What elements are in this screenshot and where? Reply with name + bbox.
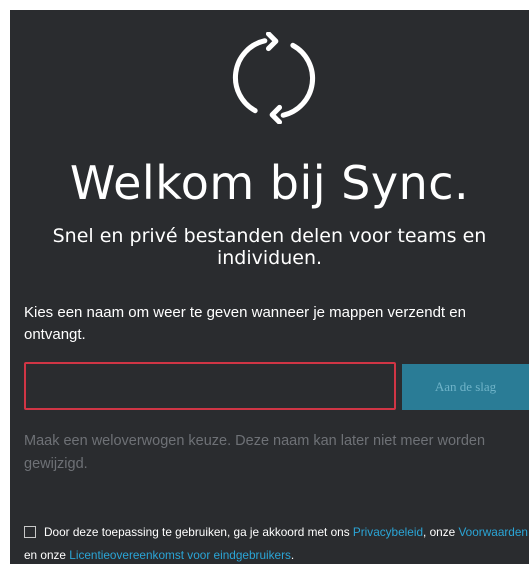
terms-agreement: Door deze toepassing te gebruiken, ga je… xyxy=(24,521,529,564)
name-hint: Maak een weloverwogen keuze. Deze naam k… xyxy=(24,433,486,472)
name-prompt: Kies een naam om weer te geven wanneer j… xyxy=(24,304,466,343)
terms-text-2: , onze xyxy=(423,525,459,539)
get-started-button[interactable]: Aan de slag xyxy=(402,364,529,410)
welcome-title: Welkom bij Sync. xyxy=(69,156,470,210)
display-name-input[interactable] xyxy=(24,362,396,410)
privacy-policy-link[interactable]: Privacybeleid xyxy=(353,525,423,539)
terms-link[interactable]: Voorwaarden xyxy=(458,525,528,539)
terms-text-3: en onze xyxy=(24,548,70,562)
sync-arrows-icon xyxy=(232,32,316,124)
terms-text-1: Door deze toepassing te gebruiken, ga je… xyxy=(44,525,353,539)
eula-link[interactable]: Licentieovereenkomst voor eindgebruikers xyxy=(69,548,291,562)
terms-text-4: . xyxy=(290,548,295,562)
terms-checkbox[interactable] xyxy=(24,525,36,538)
welcome-subtitle: Snel en privé bestanden delen voor teams… xyxy=(52,225,487,269)
welcome-screen: Welkom bij Sync. Snel en privé bestanden… xyxy=(10,10,529,564)
